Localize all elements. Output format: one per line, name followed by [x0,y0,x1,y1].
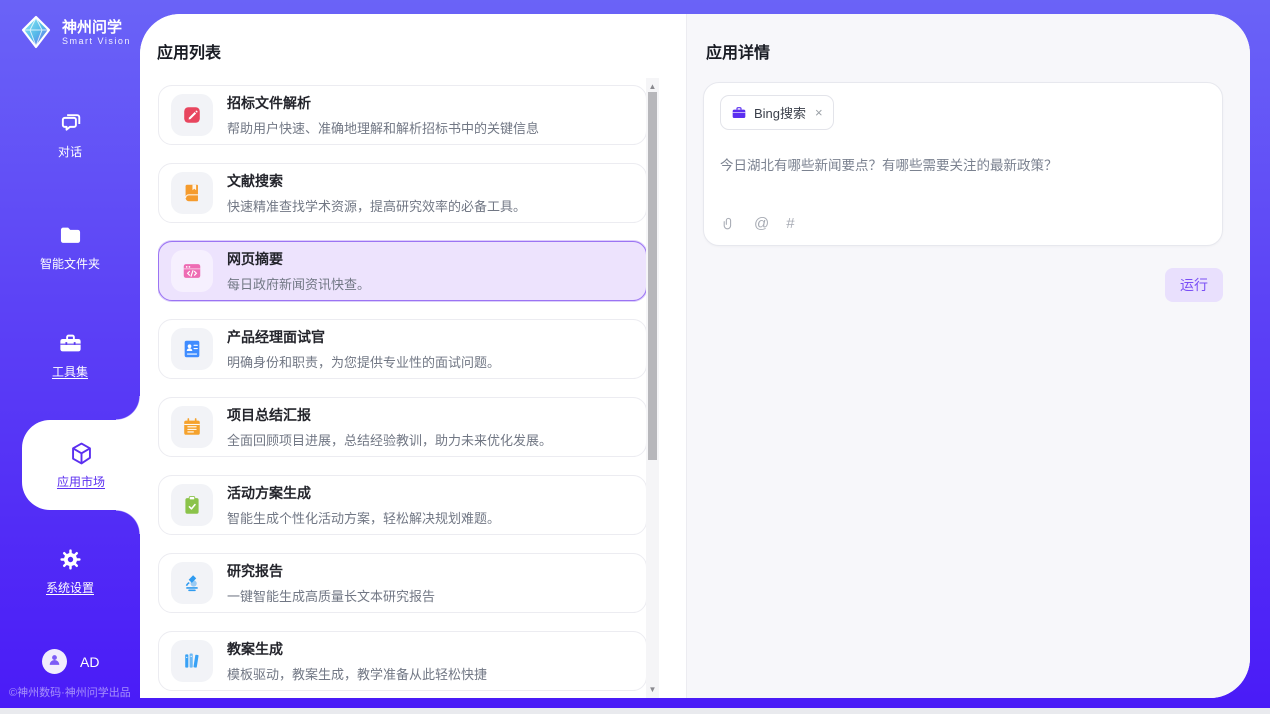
pen-square-icon [171,94,213,136]
app-desc: 快速精准查找学术资源，提高研究效率的必备工具。 [227,196,526,215]
app-desc: 模板驱动，教案生成，教学准备从此轻松快捷 [227,664,487,683]
app-card[interactable]: 活动方案生成 智能生成个性化活动方案，轻松解决规划难题。 [158,475,647,535]
browser-code-icon [171,250,213,292]
toolbox-icon [57,330,84,357]
app-card[interactable]: 文献搜索 快速精准查找学术资源，提高研究效率的必备工具。 [158,163,647,223]
user-icon [46,651,63,673]
app-desc: 明确身份和职责，为您提供专业性的面试问题。 [227,352,500,371]
app-name: 网页摘要 [227,249,370,269]
user-initials: AD [80,654,99,670]
briefcase-icon [731,105,747,121]
research-icon [171,562,213,604]
app-texts: 项目总结汇报 全面回顾项目进展，总结经验教训，助力未来优化发展。 [227,405,552,449]
app-detail-panel: 应用详情 Bing搜索 × 今日湖北有哪些新闻要点？有哪些需要关注的最新政策？ … [686,14,1250,698]
sidebar-item-label: 对话 [58,143,82,160]
app-card[interactable]: 研究报告 一键智能生成高质量长文本研究报告 [158,553,647,613]
book-icon [171,172,213,214]
app-texts: 网页摘要 每日政府新闻资讯快查。 [227,249,370,293]
app-name: 研究报告 [227,561,435,581]
chat-icon [57,110,84,137]
app-detail-title: 应用详情 [706,39,770,63]
scroll-down-icon[interactable]: ▼ [646,683,659,696]
books-icon [171,640,213,682]
brand-subtitle: Smart Vision [62,36,131,46]
app-desc: 帮助用户快速、准确地理解和解析招标书中的关键信息 [227,118,539,137]
sidebar-item-label: 应用市场 [57,473,105,490]
paperclip-icon[interactable] [721,216,737,232]
brand-name: 神州问学 [62,19,131,36]
hash-icon[interactable]: # [786,216,794,232]
sidebar-item-label: 智能文件夹 [40,255,100,272]
app-texts: 研究报告 一键智能生成高质量长文本研究报告 [227,561,435,605]
user-menu[interactable]: AD [42,649,99,674]
tool-chip-label: Bing搜索 [754,103,806,122]
run-button[interactable]: 运行 [1165,268,1223,302]
gear-icon [57,546,84,573]
app-desc: 全面回顾项目进展，总结经验教训，助力未来优化发展。 [227,430,552,449]
app-card[interactable]: 项目总结汇报 全面回顾项目进展，总结经验教训，助力未来优化发展。 [158,397,647,457]
app-list-title: 应用列表 [157,39,221,63]
app-texts: 教案生成 模板驱动，教案生成，教学准备从此轻松快捷 [227,639,487,683]
sidebar-item-toolbox[interactable]: 工具集 [0,330,140,380]
sidebar: 神州问学 Smart Vision 对话 智能文件夹 工具集 应用市场 系统设置… [0,0,140,708]
app-name: 教案生成 [227,639,487,659]
app-card[interactable]: 招标文件解析 帮助用户快速、准确地理解和解析招标书中的关键信息 [158,85,647,145]
app-name: 产品经理面试官 [227,327,500,347]
app-desc: 一键智能生成高质量长文本研究报告 [227,586,435,605]
copyright-footer: ©神州数码·神州问学出品 [9,684,140,700]
sidebar-item-chat[interactable]: 对话 [0,110,140,160]
sidebar-item-label: 工具集 [52,363,88,380]
app-texts: 招标文件解析 帮助用户快速、准确地理解和解析招标书中的关键信息 [227,93,539,137]
close-icon[interactable]: × [815,105,823,120]
app-name: 文献搜索 [227,171,526,191]
app-name: 项目总结汇报 [227,405,552,425]
brand: 神州问学 Smart Vision [18,14,131,50]
scrollbar-thumb[interactable] [648,92,657,460]
report-calendar-icon [171,406,213,448]
app-desc: 智能生成个性化活动方案，轻松解决规划难题。 [227,508,500,527]
composer-toolbar: @ # [721,216,795,232]
app-texts: 文献搜索 快速精准查找学术资源，提高研究效率的必备工具。 [227,171,526,215]
app-name: 招标文件解析 [227,93,539,113]
resume-icon [171,328,213,370]
cube-icon [68,440,95,467]
app-texts: 活动方案生成 智能生成个性化活动方案，轻松解决规划难题。 [227,483,500,527]
app-card[interactable]: 产品经理面试官 明确身份和职责，为您提供专业性的面试问题。 [158,319,647,379]
diamond-logo-icon [18,14,54,50]
at-icon[interactable]: @ [754,216,769,232]
folder-icon [57,222,84,249]
app-name: 活动方案生成 [227,483,500,503]
clipboard-check-icon [171,484,213,526]
app-desc: 每日政府新闻资讯快查。 [227,274,370,293]
app-texts: 产品经理面试官 明确身份和职责，为您提供专业性的面试问题。 [227,327,500,371]
app-list-scrollbar[interactable]: ▲ ▼ [646,78,659,698]
app-list-panel: 应用列表 招标文件解析 帮助用户快速、准确地理解和解析招标书中的关键信息 文献搜… [140,14,686,698]
app-list: 招标文件解析 帮助用户快速、准确地理解和解析招标书中的关键信息 文献搜索 快速精… [158,85,647,698]
app-card[interactable]: 教案生成 模板驱动，教案生成，教学准备从此轻松快捷 [158,631,647,691]
tool-chip-bing-search[interactable]: Bing搜索 × [720,95,834,130]
main-content: 应用列表 招标文件解析 帮助用户快速、准确地理解和解析招标书中的关键信息 文献搜… [140,14,1250,698]
query-input[interactable]: 今日湖北有哪些新闻要点？有哪些需要关注的最新政策？ [720,154,1206,174]
sidebar-item-folder[interactable]: 智能文件夹 [0,222,140,272]
app-card[interactable]: 网页摘要 每日政府新闻资讯快查。 [158,241,647,301]
sidebar-item-cube[interactable]: 应用市场 [22,420,140,510]
app-window: 神州问学 Smart Vision 对话 智能文件夹 工具集 应用市场 系统设置… [0,0,1270,714]
sidebar-item-gear[interactable]: 系统设置 [0,546,140,596]
sidebar-item-label: 系统设置 [46,579,94,596]
avatar [42,649,67,674]
prompt-composer: Bing搜索 × 今日湖北有哪些新闻要点？有哪些需要关注的最新政策？ @ # [703,82,1223,246]
